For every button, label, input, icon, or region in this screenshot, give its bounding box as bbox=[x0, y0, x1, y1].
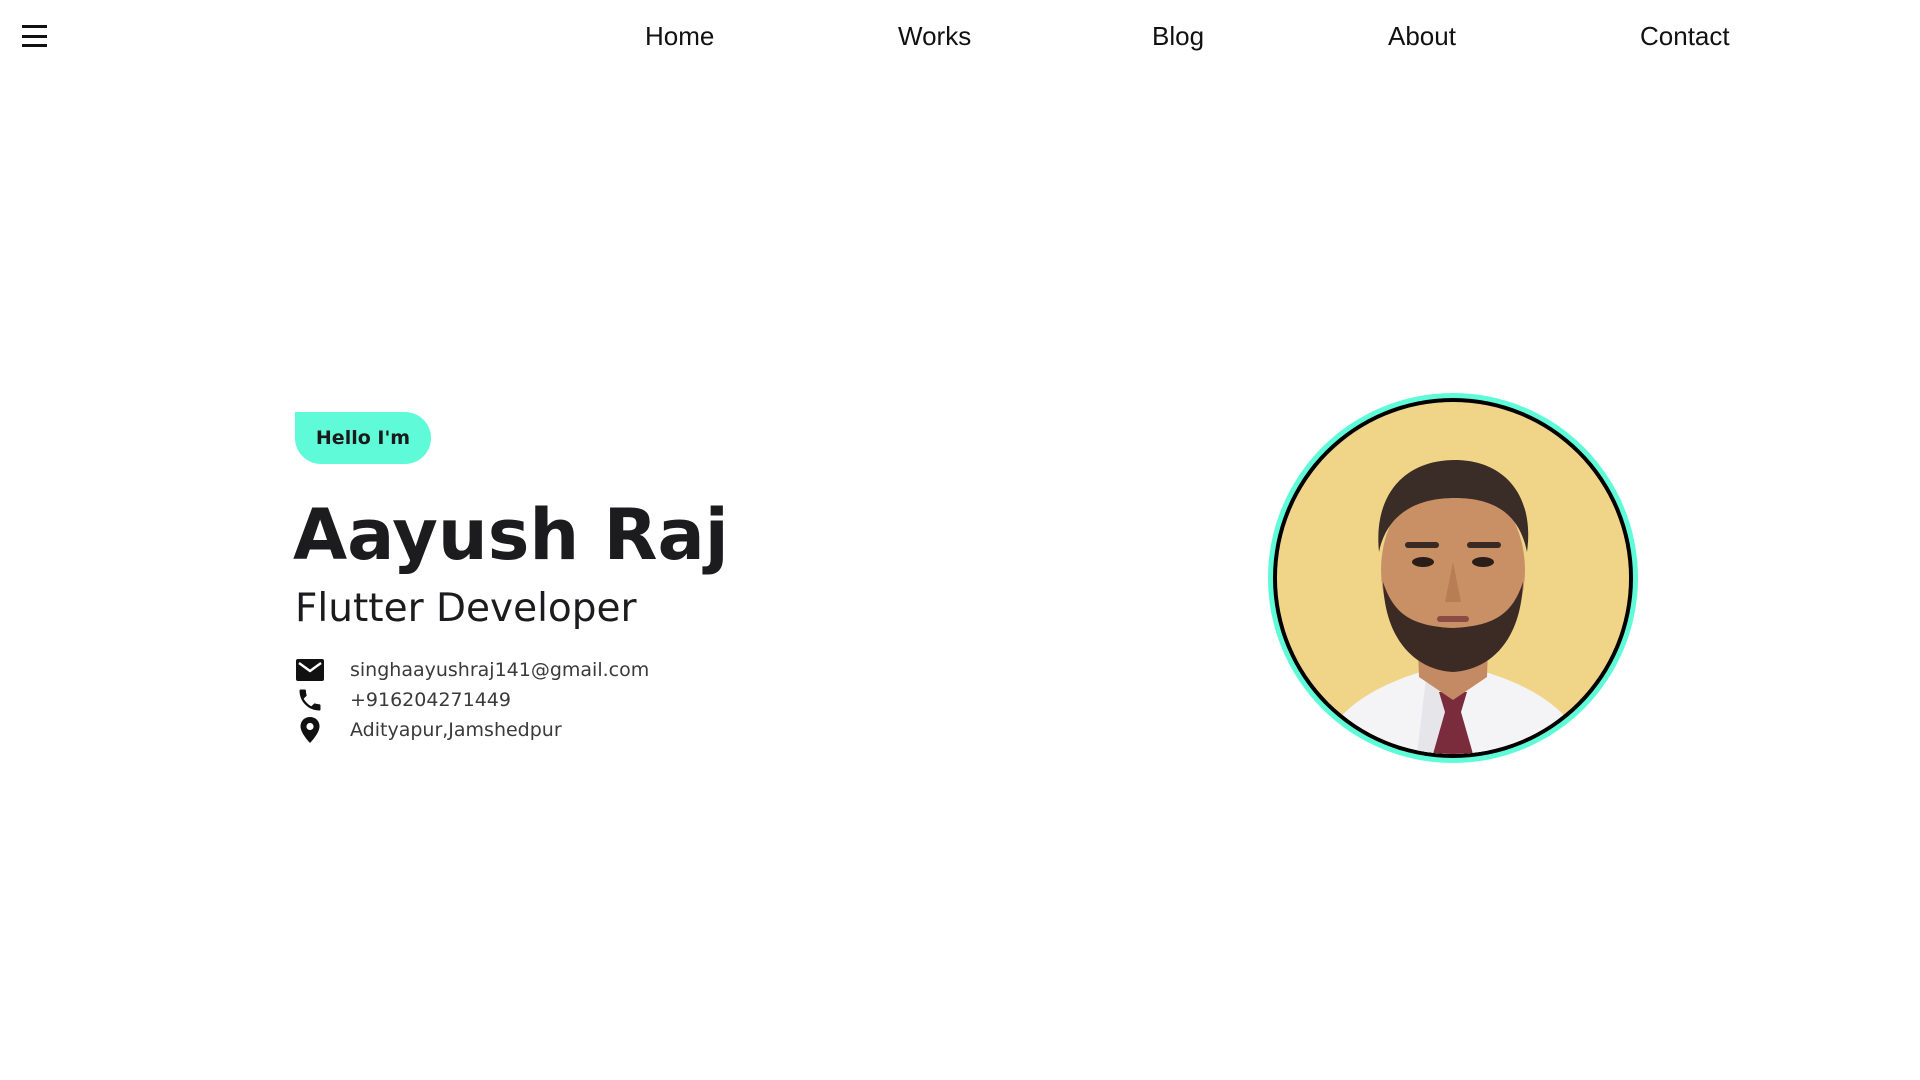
nav-blog[interactable]: Blog bbox=[1152, 16, 1204, 56]
greeting-badge: Hello I'm bbox=[295, 412, 431, 464]
location-pin-icon bbox=[295, 715, 325, 745]
contact-phone-row[interactable]: +916204271449 bbox=[295, 685, 649, 715]
nav-works[interactable]: Works bbox=[898, 16, 971, 56]
contact-location: Adityapur,Jamshedpur bbox=[350, 719, 562, 741]
top-nav: Home Works Blog About Contact bbox=[0, 16, 1920, 56]
nav-contact[interactable]: Contact bbox=[1640, 16, 1730, 56]
contact-email-row[interactable]: singhaayushraj141@gmail.com bbox=[295, 655, 649, 685]
phone-icon bbox=[295, 685, 325, 715]
nav-home[interactable]: Home bbox=[645, 16, 714, 56]
mail-icon bbox=[295, 655, 325, 685]
profile-photo bbox=[1277, 402, 1629, 754]
contact-location-row[interactable]: Adityapur,Jamshedpur bbox=[295, 715, 649, 745]
nav-about[interactable]: About bbox=[1388, 16, 1456, 56]
contact-list: singhaayushraj141@gmail.com +91620427144… bbox=[295, 655, 649, 745]
hero-role: Flutter Developer bbox=[295, 586, 637, 631]
contact-email: singhaayushraj141@gmail.com bbox=[350, 659, 650, 681]
portfolio-page: Home Works Blog About Contact Hello I'm … bbox=[0, 0, 1920, 1080]
avatar bbox=[1268, 393, 1638, 763]
contact-phone: +916204271449 bbox=[350, 689, 511, 711]
hero-name: Aayush Raj bbox=[293, 494, 729, 576]
avatar-border bbox=[1273, 398, 1633, 758]
